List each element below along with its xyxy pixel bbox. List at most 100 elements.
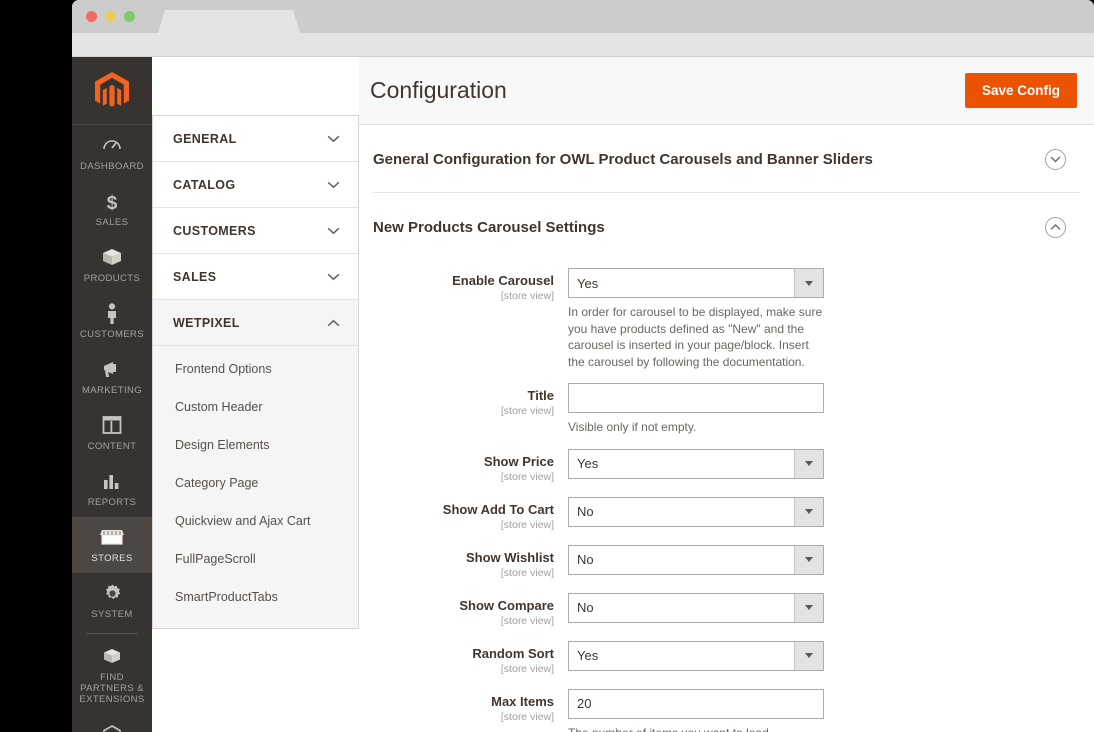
chevron-down-icon — [794, 450, 823, 478]
chevron-up-circle-icon[interactable] — [1045, 217, 1066, 238]
field-show-add-to-cart: Show Add To Cart [store view] No — [373, 497, 1080, 532]
config-subitem-fullpagescroll[interactable]: FullPageScroll — [153, 540, 358, 578]
browser-titlebar — [72, 0, 1094, 33]
title-input[interactable] — [568, 383, 824, 413]
browser-tab[interactable] — [158, 10, 300, 33]
megaphone-icon — [74, 359, 150, 381]
field-scope: [store view] — [373, 710, 554, 724]
sidebar-label: REPORTS — [74, 497, 150, 508]
config-sections-panel: GENERAL CATALOG CUSTOMERS SALES WETPIXEL — [152, 115, 359, 629]
field-scope: [store view] — [373, 470, 554, 484]
sidebar-label: DASHBOARD — [74, 161, 150, 172]
magento-logo-icon — [95, 72, 129, 110]
config-section-label: CUSTOMERS — [173, 224, 256, 238]
config-section-catalog[interactable]: CATALOG — [153, 162, 358, 208]
select-value: Yes — [569, 450, 794, 478]
config-subitem-custom-header[interactable]: Custom Header — [153, 388, 358, 426]
field-random-sort: Random Sort [store view] Yes — [373, 641, 1080, 676]
config-subitem-design-elements[interactable]: Design Elements — [153, 426, 358, 464]
select-value: No — [569, 594, 794, 622]
bar-chart-icon — [74, 471, 150, 493]
sidebar-item-stores[interactable]: STORES — [72, 517, 152, 573]
field-control-cell: Yes — [568, 641, 1080, 676]
show-compare-select[interactable]: No — [568, 593, 824, 623]
sidebar-item-customers[interactable]: CUSTOMERS — [72, 293, 152, 349]
page-title: Configuration — [359, 77, 507, 104]
content-body: General Configuration for OWL Product Ca… — [359, 125, 1094, 732]
section-new-products-carousel[interactable]: New Products Carousel Settings — [373, 193, 1080, 254]
minimize-window-button[interactable] — [105, 11, 116, 22]
config-section-label: GENERAL — [173, 132, 237, 146]
sidebar-item-find-partners[interactable]: FIND PARTNERS & EXTENSIONS — [72, 636, 152, 714]
close-window-button[interactable] — [86, 11, 97, 22]
magento-logo[interactable] — [72, 57, 152, 125]
chevron-down-circle-icon[interactable] — [1045, 149, 1066, 170]
select-value: No — [569, 498, 794, 526]
field-scope: [store view] — [373, 566, 554, 580]
section-general-owl-config[interactable]: General Configuration for OWL Product Ca… — [373, 125, 1080, 193]
chevron-down-icon — [794, 498, 823, 526]
sidebar-label: CONTENT — [74, 441, 150, 452]
field-control-cell: No — [568, 593, 1080, 628]
svg-text:$: $ — [107, 193, 118, 213]
enable-carousel-select[interactable]: Yes — [568, 268, 824, 298]
random-sort-select[interactable]: Yes — [568, 641, 824, 671]
config-subitem-quickview-ajax-cart[interactable]: Quickview and Ajax Cart — [153, 502, 358, 540]
config-section-sales[interactable]: SALES — [153, 254, 358, 300]
sidebar-label: STORES — [74, 553, 150, 564]
save-config-button[interactable]: Save Config — [965, 73, 1077, 108]
field-label: Show Add To Cart — [373, 502, 554, 518]
field-scope: [store view] — [373, 404, 554, 418]
config-section-label: SALES — [173, 270, 216, 284]
chevron-down-icon — [327, 181, 340, 189]
gear-icon — [74, 583, 150, 605]
field-label: Enable Carousel — [373, 273, 554, 289]
sidebar-item-sales[interactable]: $ SALES — [72, 181, 152, 237]
config-subitem-category-page[interactable]: Category Page — [153, 464, 358, 502]
config-subitem-frontend-options[interactable]: Frontend Options — [153, 350, 358, 388]
field-label: Show Wishlist — [373, 550, 554, 566]
sidebar-label: MARKETING — [74, 385, 150, 396]
config-section-general[interactable]: GENERAL — [153, 116, 358, 162]
sidebar-item-content[interactable]: CONTENT — [72, 405, 152, 461]
window-controls — [86, 11, 135, 22]
field-control-cell: Yes In order for carousel to be displaye… — [568, 268, 1080, 370]
show-price-select[interactable]: Yes — [568, 449, 824, 479]
field-control-cell: Visible only if not empty. — [568, 383, 1080, 436]
field-control-cell: The number of items you want to load. — [568, 689, 1080, 732]
field-label: Title — [373, 388, 554, 404]
config-subitem-smartproducttabs[interactable]: SmartProductTabs — [153, 578, 358, 616]
field-control-cell: No — [568, 497, 1080, 532]
main-content: Configuration Save Config General Config… — [359, 57, 1094, 732]
sidebar-label: CUSTOMERS — [74, 329, 150, 340]
package-icon — [74, 646, 150, 668]
sidebar-label: PRODUCTS — [74, 273, 150, 284]
chevron-down-icon — [794, 594, 823, 622]
sidebar-item-weltpixel[interactable]: WELTPIXEL — [72, 714, 152, 732]
config-section-wetpixel[interactable]: WETPIXEL — [153, 300, 358, 346]
layout-icon — [74, 415, 150, 437]
config-section-label: WETPIXEL — [173, 316, 240, 330]
admin-sidebar: DASHBOARD $ SALES PRODU — [72, 57, 152, 732]
field-label-cell: Random Sort [store view] — [373, 641, 568, 676]
chevron-down-icon — [794, 546, 823, 574]
sidebar-item-system[interactable]: SYSTEM — [72, 573, 152, 629]
chevron-down-icon — [327, 227, 340, 235]
show-wishlist-select[interactable]: No — [568, 545, 824, 575]
sidebar-item-marketing[interactable]: MARKETING — [72, 349, 152, 405]
sidebar-item-reports[interactable]: REPORTS — [72, 461, 152, 517]
show-add-to-cart-select[interactable]: No — [568, 497, 824, 527]
dollar-icon: $ — [74, 191, 150, 213]
field-label: Show Compare — [373, 598, 554, 614]
maximize-window-button[interactable] — [124, 11, 135, 22]
field-label-cell: Show Add To Cart [store view] — [373, 497, 568, 532]
field-label-cell: Max Items [store view] — [373, 689, 568, 732]
field-label: Random Sort — [373, 646, 554, 662]
config-section-customers[interactable]: CUSTOMERS — [153, 208, 358, 254]
field-show-wishlist: Show Wishlist [store view] No — [373, 545, 1080, 580]
select-value: Yes — [569, 269, 794, 297]
field-note: In order for carousel to be displayed, m… — [568, 304, 824, 370]
max-items-input[interactable] — [568, 689, 824, 719]
sidebar-item-products[interactable]: PRODUCTS — [72, 237, 152, 293]
sidebar-item-dashboard[interactable]: DASHBOARD — [72, 125, 152, 181]
